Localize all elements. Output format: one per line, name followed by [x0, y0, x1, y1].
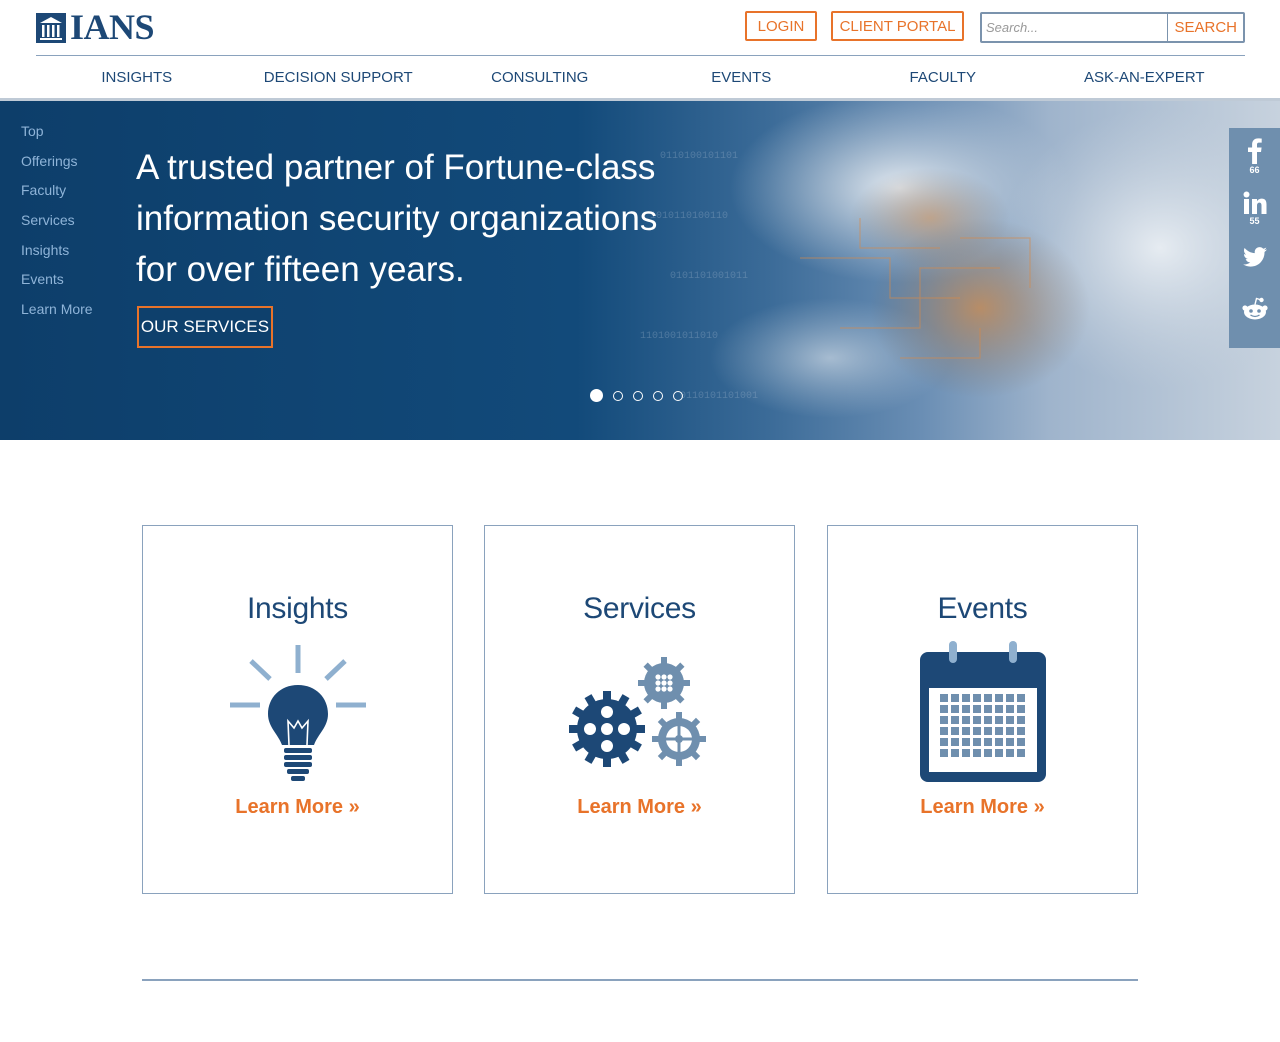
- side-nav-services[interactable]: Services: [21, 211, 93, 241]
- side-nav-faculty[interactable]: Faculty: [21, 181, 93, 211]
- gears-icon: [569, 657, 706, 767]
- social-share-bar: 66 55: [1229, 128, 1280, 348]
- facebook-share-button[interactable]: 66: [1229, 128, 1280, 183]
- search-input[interactable]: [982, 14, 1168, 41]
- services-card: Services Learn More »: [484, 525, 795, 894]
- side-nav-offerings[interactable]: Offerings: [21, 152, 93, 182]
- hero-banner: 0110100101101 1010110100110 010110100101…: [0, 98, 1280, 440]
- nav-item-decision-support[interactable]: DECISION SUPPORT: [238, 56, 440, 98]
- nav-item-faculty[interactable]: FACULTY: [842, 56, 1044, 98]
- logo-building-icon: [36, 13, 66, 43]
- nav-item-insights[interactable]: INSIGHTS: [36, 56, 238, 98]
- linkedin-share-button[interactable]: 55: [1229, 183, 1280, 241]
- twitter-icon: [1242, 247, 1267, 267]
- site-logo[interactable]: IANS: [36, 7, 155, 47]
- services-card-title: Services: [583, 592, 696, 625]
- side-nav-events[interactable]: Events: [21, 270, 93, 300]
- insights-card: Insights Learn More »: [142, 525, 453, 894]
- side-nav-insights[interactable]: Insights: [21, 241, 93, 271]
- linkedin-share-count: 55: [1249, 216, 1260, 226]
- carousel-dots: [590, 389, 683, 402]
- side-nav-learn-more[interactable]: Learn More: [21, 300, 93, 330]
- linkedin-icon: [1243, 191, 1266, 214]
- events-card-title: Events: [937, 592, 1028, 625]
- nav-item-events[interactable]: EVENTS: [641, 56, 843, 98]
- search-button[interactable]: SEARCH: [1167, 14, 1243, 41]
- carousel-dot-2[interactable]: [613, 390, 623, 401]
- nav-item-consulting[interactable]: CONSULTING: [439, 56, 641, 98]
- section-divider: [142, 979, 1138, 981]
- reddit-share-button[interactable]: [1229, 293, 1280, 348]
- search-box: SEARCH: [980, 12, 1245, 43]
- carousel-dot-1[interactable]: [590, 389, 603, 402]
- section-side-nav: Top Offerings Faculty Services Insights …: [21, 122, 93, 330]
- hero-headline: A trusted partner of Fortune-class infor…: [136, 148, 658, 289]
- services-learn-more-link[interactable]: Learn More »: [485, 796, 794, 819]
- twitter-share-button[interactable]: [1229, 241, 1280, 293]
- hero-background-image: 0110100101101 1010110100110 010110100101…: [640, 98, 1280, 418]
- logo-wordmark: IANS: [70, 7, 155, 47]
- insights-card-title: Insights: [247, 592, 348, 625]
- carousel-dot-3[interactable]: [633, 390, 643, 401]
- main-nav: INSIGHTS DECISION SUPPORT CONSULTING EVE…: [36, 56, 1245, 98]
- login-button[interactable]: LOGIN: [745, 11, 817, 41]
- events-learn-more-link[interactable]: Learn More »: [828, 796, 1137, 819]
- carousel-dot-4[interactable]: [653, 390, 663, 401]
- svg-text:0110101101001: 0110101101001: [680, 391, 758, 402]
- our-services-button[interactable]: OUR SERVICES: [137, 306, 273, 348]
- insights-learn-more-link[interactable]: Learn More »: [143, 796, 452, 819]
- site-header: IANS LOGIN CLIENT PORTAL SEARCH: [0, 0, 1280, 56]
- facebook-share-count: 66: [1249, 165, 1260, 175]
- nav-item-ask-an-expert[interactable]: ASK-AN-EXPERT: [1044, 56, 1246, 98]
- lightbulb-icon: [230, 645, 366, 781]
- client-portal-button[interactable]: CLIENT PORTAL: [831, 11, 964, 41]
- svg-text:1101001011010: 1101001011010: [640, 331, 718, 342]
- carousel-dot-5[interactable]: [673, 390, 683, 401]
- facebook-icon: [1247, 138, 1262, 164]
- reddit-icon: [1241, 297, 1268, 320]
- calendar-icon: [920, 641, 1046, 782]
- events-card: Events Learn More »: [827, 525, 1138, 894]
- side-nav-top[interactable]: Top: [21, 122, 93, 152]
